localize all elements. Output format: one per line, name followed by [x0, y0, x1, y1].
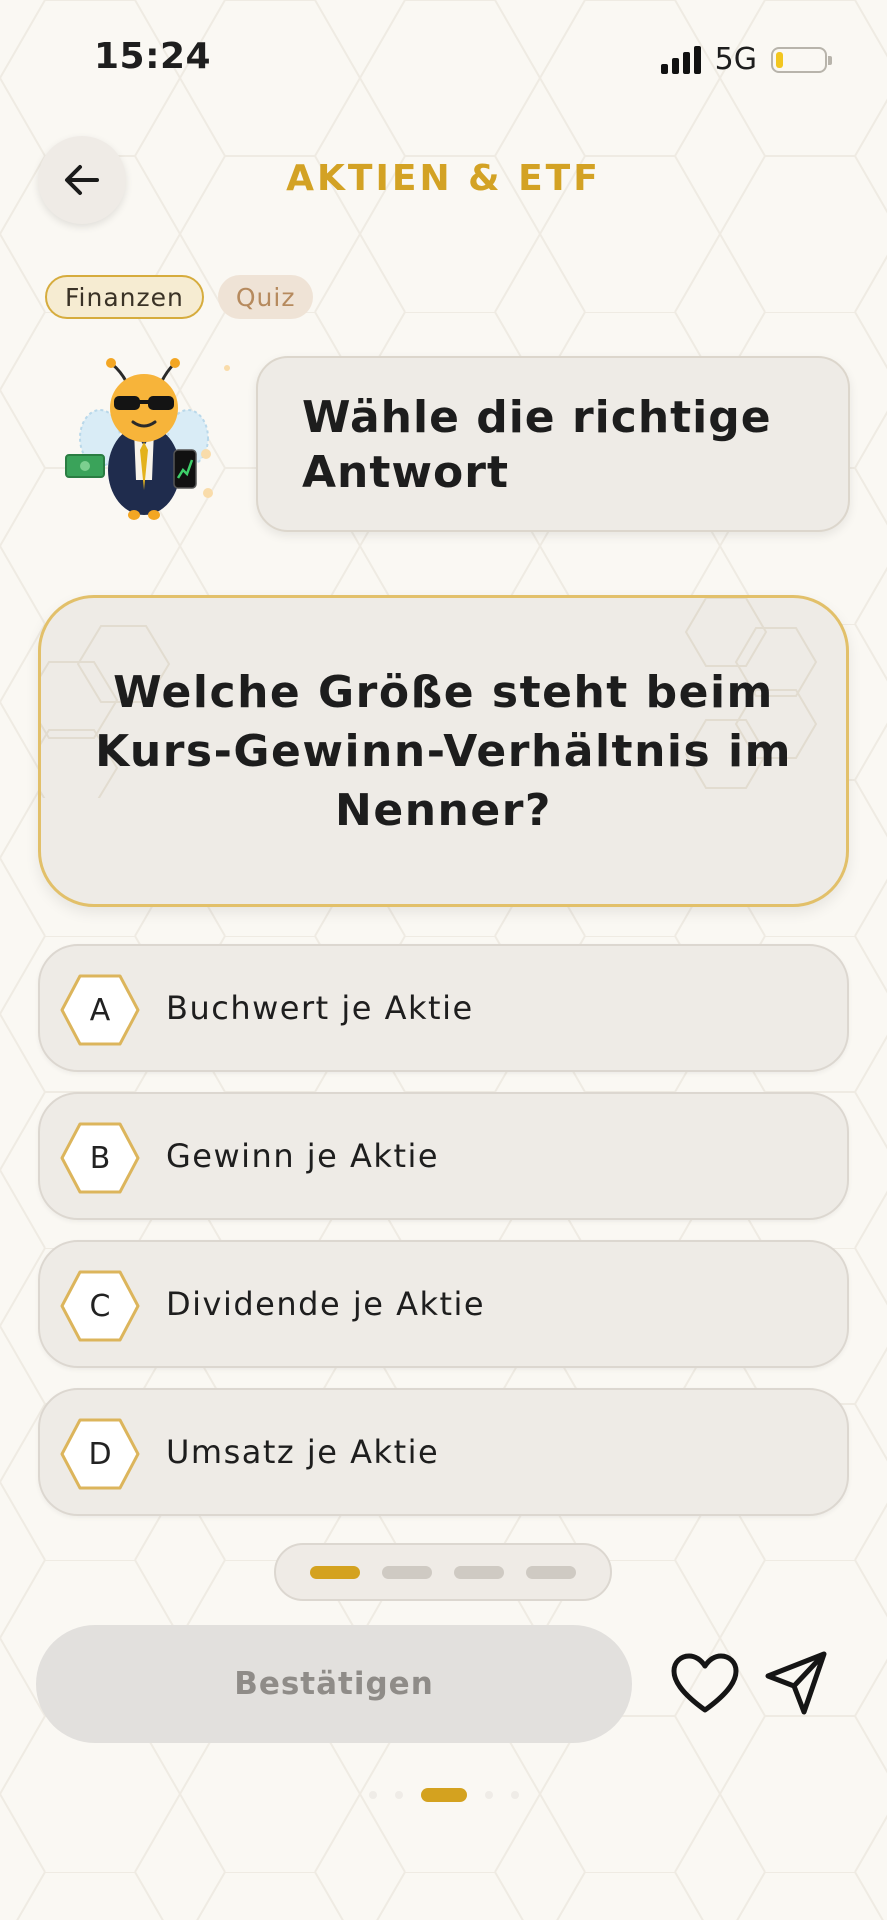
share-button[interactable]	[762, 1648, 832, 1718]
instruction-bubble: Wähle die richtige Antwort	[256, 356, 850, 532]
answer-letter-badge: A	[60, 974, 140, 1046]
answer-option-b[interactable]: B Gewinn je Aktie	[38, 1092, 849, 1220]
answer-option-d[interactable]: D Umsatz je Aktie	[38, 1388, 849, 1516]
page-dot	[394, 1791, 403, 1799]
page-dot	[510, 1791, 519, 1799]
send-icon	[765, 1651, 827, 1715]
answer-letter: B	[89, 1140, 111, 1176]
answer-letter-badge: C	[60, 1270, 140, 1342]
tag-quiz: Quiz	[217, 275, 314, 319]
progress-segment	[526, 1565, 576, 1579]
answer-option-a[interactable]: A Buchwert je Aktie	[38, 944, 849, 1072]
question-progress-indicator	[274, 1543, 612, 1601]
tag-finance: Finanzen	[45, 275, 204, 319]
tag-list: Finanzen Quiz	[45, 275, 314, 319]
battery-icon	[771, 46, 832, 73]
answer-letter-badge: B	[60, 1122, 140, 1194]
page-title: AKTIEN & ETF	[286, 158, 601, 199]
instruction-text: Wähle die richtige Antwort	[302, 392, 772, 498]
confirm-label: Bestätigen	[234, 1666, 434, 1702]
page-dot	[484, 1791, 493, 1799]
like-button[interactable]	[670, 1652, 740, 1716]
answer-text: Buchwert je Aktie	[166, 989, 474, 1027]
status-indicators: 5G	[660, 42, 832, 77]
status-time: 15:24	[94, 36, 212, 77]
answer-text: Umsatz je Aktie	[166, 1433, 440, 1471]
page-dot	[368, 1791, 377, 1799]
question-text: Welche Größe steht beim Kurs-Gewinn-Verh…	[95, 666, 792, 836]
answer-letter: D	[88, 1436, 112, 1472]
progress-segment	[382, 1565, 432, 1579]
confirm-button[interactable]: Bestätigen	[36, 1625, 632, 1743]
question-card: Welche Größe steht beim Kurs-Gewinn-Verh…	[38, 595, 849, 907]
page-dot	[420, 1788, 467, 1802]
answer-letter-badge: D	[60, 1418, 140, 1490]
progress-segment	[454, 1565, 504, 1579]
answer-option-c[interactable]: C Dividende je Aktie	[38, 1240, 849, 1368]
answer-text: Dividende je Aktie	[166, 1285, 486, 1323]
heart-icon	[671, 1653, 739, 1713]
answer-text: Gewinn je Aktie	[166, 1137, 440, 1175]
signal-icon	[660, 45, 701, 74]
progress-segment	[310, 1565, 360, 1579]
bee-mascot-image	[65, 358, 230, 520]
answer-letter: A	[89, 992, 111, 1028]
network-type: 5G	[714, 42, 757, 77]
answer-letter: C	[89, 1288, 111, 1324]
page-indicator	[0, 1788, 887, 1802]
